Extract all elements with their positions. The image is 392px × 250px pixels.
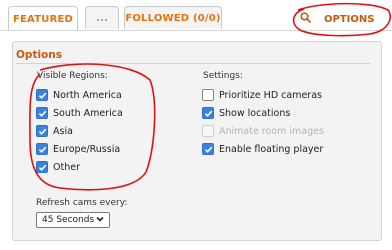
- checkbox[interactable]: [36, 125, 48, 137]
- checkbox[interactable]: [36, 89, 48, 101]
- tab-followed[interactable]: FOLLOWED (0/0): [124, 6, 222, 29]
- tab-divider: [0, 30, 392, 31]
- checkbox: [202, 125, 214, 137]
- setting-floating-player[interactable]: Enable floating player: [202, 142, 323, 156]
- region-north-america[interactable]: North America: [36, 88, 122, 102]
- region-label: Other: [53, 161, 80, 173]
- search-icon: [300, 12, 311, 26]
- panel-title: Options: [16, 49, 62, 61]
- checkbox[interactable]: [202, 107, 214, 119]
- visible-regions-label: Visible Regions:: [37, 71, 108, 81]
- select-value: 45 Seconds: [42, 215, 95, 225]
- setting-label: Prioritize HD cameras: [219, 89, 322, 101]
- setting-show-locations[interactable]: Show locations: [202, 106, 290, 120]
- region-asia[interactable]: Asia: [36, 124, 73, 138]
- region-other[interactable]: Other: [36, 160, 80, 174]
- setting-label: Show locations: [219, 107, 291, 119]
- setting-label: Enable floating player: [219, 143, 324, 155]
- options-link[interactable]: OPTIONS: [300, 12, 388, 26]
- checkbox[interactable]: [36, 107, 48, 119]
- region-label: North America: [53, 89, 122, 101]
- chevron-down-icon: [96, 215, 104, 225]
- tab-featured[interactable]: FEATURED: [8, 6, 78, 31]
- setting-prioritize-hd[interactable]: Prioritize HD cameras: [202, 88, 322, 102]
- setting-label: Animate room images: [219, 125, 324, 137]
- panel-separator: [16, 63, 370, 64]
- region-south-america[interactable]: South America: [36, 106, 123, 120]
- region-label: South America: [53, 107, 123, 119]
- region-label: Europe/Russia: [53, 143, 121, 155]
- checkbox[interactable]: [36, 143, 48, 155]
- options-label: OPTIONS: [324, 13, 375, 25]
- tab-bar: FEATURED ... FOLLOWED (0/0) OPTIONS: [0, 0, 392, 37]
- checkbox[interactable]: [36, 161, 48, 173]
- checkbox[interactable]: [202, 89, 214, 101]
- setting-animate-room-images: Animate room images: [202, 124, 324, 138]
- region-label: Asia: [53, 125, 73, 137]
- tab-more[interactable]: ...: [85, 6, 119, 29]
- region-europe-russia[interactable]: Europe/Russia: [36, 142, 120, 156]
- settings-label: Settings:: [203, 71, 243, 81]
- refresh-label: Refresh cams every:: [36, 198, 128, 208]
- refresh-interval-select[interactable]: 45 Seconds: [36, 212, 110, 228]
- checkbox[interactable]: [202, 143, 214, 155]
